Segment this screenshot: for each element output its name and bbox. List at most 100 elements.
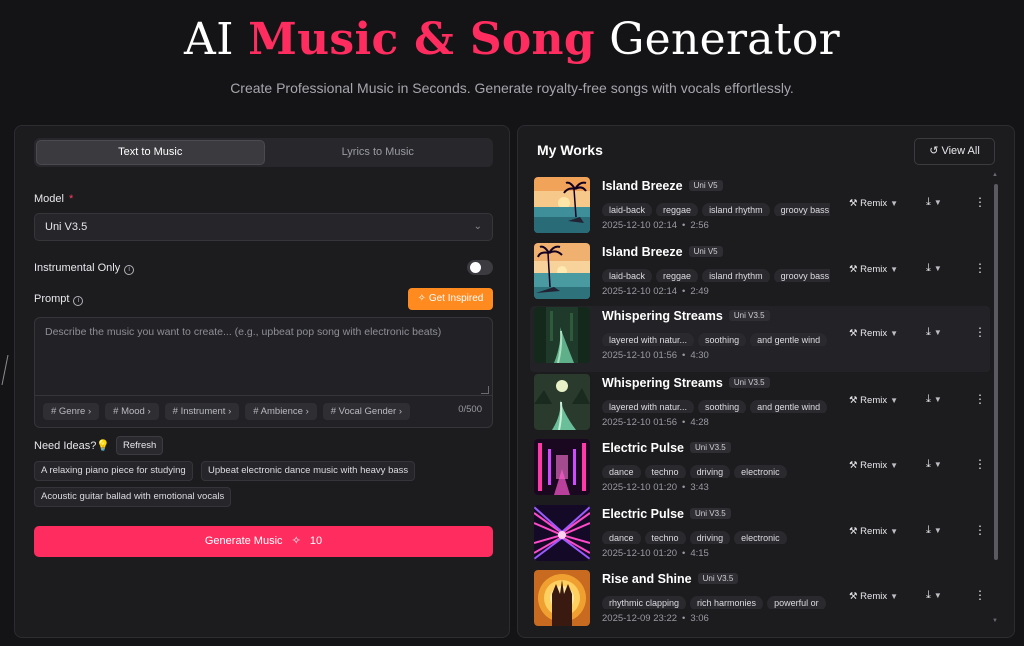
scrollbar-thumb[interactable] xyxy=(994,184,998,560)
prompt-textarea[interactable]: Describe the music you want to create...… xyxy=(35,318,492,396)
work-duration: 3:43 xyxy=(690,482,709,493)
more-options-icon[interactable]: ⋮ xyxy=(974,261,986,275)
title-accent: Music & Song xyxy=(248,14,595,65)
work-title[interactable]: Whispering Streams Uni V3.5 xyxy=(602,309,770,323)
generate-music-button[interactable]: Generate Music ✧ 10 xyxy=(34,526,493,557)
work-date: 2025-12-09 23:22 xyxy=(602,613,678,624)
download-button[interactable]: ⤓ ▼ xyxy=(926,458,942,471)
work-tag: laid-back xyxy=(602,269,653,282)
model-select[interactable]: Uni V3.5 ⌄ xyxy=(34,213,493,241)
remix-label: Remix xyxy=(860,591,888,602)
work-row[interactable]: Island Breeze Uni V5 laid-back reggae islan… xyxy=(530,176,990,242)
work-date: 2025-12-10 02:14 xyxy=(602,220,678,231)
work-row[interactable]: Whispering Streams Uni V3.5 layered with … xyxy=(530,373,990,439)
work-tag: reggae xyxy=(656,269,699,282)
work-tag: and gentle wind xyxy=(750,400,828,413)
download-button[interactable]: ⤓ ▼ xyxy=(926,326,942,339)
generate-label: Generate Music xyxy=(204,535,283,547)
download-button[interactable]: ⤓ ▼ xyxy=(926,589,942,602)
work-title[interactable]: Whispering Streams Uni V3.5 xyxy=(602,376,770,390)
more-options-icon[interactable]: ⋮ xyxy=(974,325,986,339)
remix-button[interactable]: ⚒ Remix ▼ xyxy=(849,526,898,537)
chevron-down-icon: ⌄ xyxy=(473,221,482,232)
chevron-down-icon: ▼ xyxy=(933,198,942,207)
work-title[interactable]: Rise and Shine Uni V3.5 xyxy=(602,572,739,586)
chevron-down-icon: ▼ xyxy=(890,199,899,208)
work-meta: 2025-12-10 02:14 • 2:56 xyxy=(602,220,709,231)
instrumental-toggle[interactable] xyxy=(467,260,493,275)
work-row[interactable]: Electric Pulse Uni V3.5 dance techno drivin… xyxy=(530,438,990,504)
download-button[interactable]: ⤓ ▼ xyxy=(926,262,942,275)
remix-button[interactable]: ⚒ Remix ▼ xyxy=(849,591,898,602)
tag-button-mood[interactable]: # Mood › xyxy=(105,403,159,420)
work-row[interactable]: Island Breeze Uni V5 laid-back reggae islan… xyxy=(530,242,990,308)
remix-label: Remix xyxy=(860,460,888,471)
work-duration: 4:15 xyxy=(690,548,709,559)
get-inspired-button[interactable]: ✧ Get Inspired xyxy=(408,288,493,310)
scroll-down-arrow[interactable]: ▼ xyxy=(992,618,998,624)
tab-text-to-music[interactable]: Text to Music xyxy=(36,140,265,165)
chevron-down-icon: ▼ xyxy=(890,527,899,536)
download-icon: ⤓ xyxy=(926,326,931,338)
work-row[interactable]: Whispering Streams Uni V3.5 layered with … xyxy=(530,306,990,372)
work-row[interactable]: Rise and Shine Uni V3.5 rhythmic clapping… xyxy=(530,569,990,635)
idea-chip[interactable]: Acoustic guitar ballad with emotional vo… xyxy=(34,487,232,507)
more-options-icon[interactable]: ⋮ xyxy=(974,392,986,406)
work-tag: reggae xyxy=(656,203,699,216)
cover-thumbnail xyxy=(534,439,590,495)
remix-button[interactable]: ⚒ Remix ▼ xyxy=(849,264,898,275)
work-title-text: Electric Pulse xyxy=(602,507,684,521)
tag-button-genre[interactable]: # Genre › xyxy=(43,403,100,420)
work-title[interactable]: Electric Pulse Uni V3.5 xyxy=(602,441,731,455)
work-title[interactable]: Island Breeze Uni V5 xyxy=(602,245,723,259)
idea-chip[interactable]: A relaxing piano piece for studying xyxy=(34,461,193,481)
cover-thumbnail xyxy=(534,307,590,363)
lightbulb-icon: 💡 xyxy=(96,440,111,452)
remix-button[interactable]: ⚒ Remix ▼ xyxy=(849,328,898,339)
work-meta: 2025-12-10 01:56 • 4:30 xyxy=(602,350,709,361)
chevron-right-icon: › xyxy=(398,406,403,417)
refresh-ideas-button[interactable]: Refresh xyxy=(116,436,164,455)
remix-button[interactable]: ⚒ Remix ▼ xyxy=(849,198,898,209)
idea-chip[interactable]: Upbeat electronic dance music with heavy… xyxy=(201,461,416,481)
work-tags: laid-back reggae island rhythm groovy bass xyxy=(602,266,830,282)
work-tag: rhythmic clapping xyxy=(602,596,687,609)
work-title[interactable]: Island Breeze Uni V5 xyxy=(602,179,723,193)
tag-button-label: # Genre xyxy=(51,406,86,417)
work-tag: powerful or xyxy=(767,596,826,609)
work-tags: laid-back reggae island rhythm groovy bass xyxy=(602,200,830,216)
remix-button[interactable]: ⚒ Remix ▼ xyxy=(849,395,898,406)
work-meta: 2025-12-09 23:22 • 3:06 xyxy=(602,613,709,624)
more-options-icon[interactable]: ⋮ xyxy=(974,588,986,602)
model-label-text: Model xyxy=(34,193,64,205)
history-icon: ↺ xyxy=(929,145,939,157)
work-date: 2025-12-10 01:20 xyxy=(602,482,678,493)
prompt-container: Describe the music you want to create...… xyxy=(34,317,493,428)
remix-button[interactable]: ⚒ Remix ▼ xyxy=(849,460,898,471)
tab-lyrics-to-music[interactable]: Lyrics to Music xyxy=(265,140,492,165)
more-options-icon[interactable]: ⋮ xyxy=(974,195,986,209)
download-button[interactable]: ⤓ ▼ xyxy=(926,196,942,209)
more-options-icon[interactable]: ⋮ xyxy=(974,457,986,471)
prompt-label-text: Prompt xyxy=(34,293,70,305)
view-all-button[interactable]: ↺ View All xyxy=(914,138,995,165)
work-row[interactable]: Electric Pulse Uni V3.5 dance techno drivin… xyxy=(530,504,990,570)
page-title: AI Music & Song Generator xyxy=(0,14,1024,65)
info-icon[interactable]: i xyxy=(124,265,135,275)
download-button[interactable]: ⤓ ▼ xyxy=(926,393,942,406)
tag-button-vocal-gender[interactable]: # Vocal Gender › xyxy=(322,403,411,420)
download-button[interactable]: ⤓ ▼ xyxy=(926,524,942,537)
work-date: 2025-12-10 01:20 xyxy=(602,548,678,559)
work-title[interactable]: Electric Pulse Uni V3.5 xyxy=(602,507,731,521)
decorative-line xyxy=(1,355,9,385)
chevron-right-icon: › xyxy=(228,406,232,417)
tag-button-ambience[interactable]: # Ambience › xyxy=(245,403,317,420)
resize-handle[interactable] xyxy=(481,386,489,394)
work-meta: 2025-12-10 01:20 • 4:15 xyxy=(602,548,709,559)
tag-button-instrument[interactable]: # Instrument › xyxy=(164,403,240,420)
info-icon[interactable]: i xyxy=(73,296,84,306)
more-options-icon[interactable]: ⋮ xyxy=(974,523,986,537)
work-tag: dance xyxy=(602,531,641,544)
scroll-up-arrow[interactable]: ▲ xyxy=(992,172,998,178)
chevron-right-icon: › xyxy=(87,406,92,417)
